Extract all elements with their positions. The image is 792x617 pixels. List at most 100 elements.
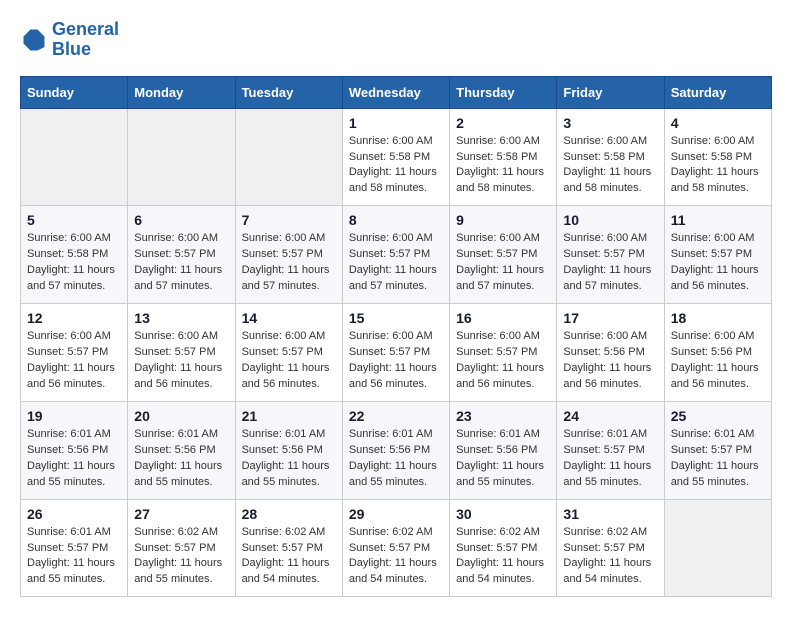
day-number: 12 [27, 310, 121, 326]
day-number: 4 [671, 115, 765, 131]
day-number: 13 [134, 310, 228, 326]
day-info: Sunrise: 6:00 AM Sunset: 5:57 PM Dayligh… [134, 231, 228, 295]
day-info: Sunrise: 6:00 AM Sunset: 5:57 PM Dayligh… [242, 231, 336, 295]
day-info: Sunrise: 6:01 AM Sunset: 5:56 PM Dayligh… [242, 427, 336, 491]
calendar-cell: 18 Sunrise: 6:00 AM Sunset: 5:56 PM Dayli… [664, 304, 771, 402]
calendar-cell [128, 108, 235, 206]
calendar-cell: 15 Sunrise: 6:00 AM Sunset: 5:57 PM Dayli… [342, 304, 449, 402]
logo-text: General Blue [52, 20, 119, 60]
day-info: Sunrise: 6:00 AM Sunset: 5:57 PM Dayligh… [563, 231, 657, 295]
day-info: Sunrise: 6:00 AM Sunset: 5:56 PM Dayligh… [671, 329, 765, 393]
day-info: Sunrise: 6:01 AM Sunset: 5:56 PM Dayligh… [27, 427, 121, 491]
day-number: 6 [134, 212, 228, 228]
calendar-cell: 7 Sunrise: 6:00 AM Sunset: 5:57 PM Daylig… [235, 206, 342, 304]
calendar-cell: 13 Sunrise: 6:00 AM Sunset: 5:57 PM Dayli… [128, 304, 235, 402]
day-number: 19 [27, 408, 121, 424]
calendar-cell: 1 Sunrise: 6:00 AM Sunset: 5:58 PM Daylig… [342, 108, 449, 206]
day-info: Sunrise: 6:00 AM Sunset: 5:57 PM Dayligh… [134, 329, 228, 393]
calendar-cell: 11Sunrise: 6:00 AM Sunset: 5:57 PM Dayli… [664, 206, 771, 304]
weekday-header-wednesday: Wednesday [342, 76, 449, 108]
day-info: Sunrise: 6:02 AM Sunset: 5:57 PM Dayligh… [456, 525, 550, 589]
day-number: 21 [242, 408, 336, 424]
calendar-week-row: 12 Sunrise: 6:00 AM Sunset: 5:57 PM Dayli… [21, 304, 772, 402]
calendar-cell: 16 Sunrise: 6:00 AM Sunset: 5:57 PM Dayli… [450, 304, 557, 402]
calendar-cell [235, 108, 342, 206]
day-info: Sunrise: 6:00 AM Sunset: 5:57 PM Dayligh… [671, 231, 765, 295]
day-number: 30 [456, 506, 550, 522]
day-info: Sunrise: 6:00 AM Sunset: 5:58 PM Dayligh… [671, 134, 765, 198]
calendar-week-row: 26 Sunrise: 6:01 AM Sunset: 5:57 PM Dayli… [21, 499, 772, 597]
calendar-cell: 17Sunrise: 6:00 AM Sunset: 5:56 PM Dayli… [557, 304, 664, 402]
weekday-header-tuesday: Tuesday [235, 76, 342, 108]
calendar-cell: 28 Sunrise: 6:02 AM Sunset: 5:57 PM Dayli… [235, 499, 342, 597]
day-number: 14 [242, 310, 336, 326]
day-info: Sunrise: 6:00 AM Sunset: 5:57 PM Dayligh… [242, 329, 336, 393]
day-number: 24 [563, 408, 657, 424]
day-info: Sunrise: 6:00 AM Sunset: 5:56 PM Dayligh… [563, 329, 657, 393]
day-number: 26 [27, 506, 121, 522]
day-info: Sunrise: 6:01 AM Sunset: 5:57 PM Dayligh… [671, 427, 765, 491]
day-number: 15 [349, 310, 443, 326]
weekday-header-saturday: Saturday [664, 76, 771, 108]
calendar-cell: 30 Sunrise: 6:02 AM Sunset: 5:57 PM Dayli… [450, 499, 557, 597]
day-number: 31 [563, 506, 657, 522]
calendar-cell: 8 Sunrise: 6:00 AM Sunset: 5:57 PM Daylig… [342, 206, 449, 304]
weekday-header-thursday: Thursday [450, 76, 557, 108]
day-number: 5 [27, 212, 121, 228]
day-info: Sunrise: 6:00 AM Sunset: 5:58 PM Dayligh… [456, 134, 550, 198]
day-info: Sunrise: 6:00 AM Sunset: 5:58 PM Dayligh… [27, 231, 121, 295]
calendar-cell: 23Sunrise: 6:01 AM Sunset: 5:56 PM Dayli… [450, 401, 557, 499]
calendar-cell: 26 Sunrise: 6:01 AM Sunset: 5:57 PM Dayli… [21, 499, 128, 597]
day-info: Sunrise: 6:00 AM Sunset: 5:57 PM Dayligh… [349, 231, 443, 295]
day-info: Sunrise: 6:01 AM Sunset: 5:57 PM Dayligh… [27, 525, 121, 589]
weekday-header-monday: Monday [128, 76, 235, 108]
calendar-week-row: 1 Sunrise: 6:00 AM Sunset: 5:58 PM Daylig… [21, 108, 772, 206]
day-number: 25 [671, 408, 765, 424]
day-number: 18 [671, 310, 765, 326]
day-number: 1 [349, 115, 443, 131]
calendar-cell: 14 Sunrise: 6:00 AM Sunset: 5:57 PM Dayli… [235, 304, 342, 402]
weekday-header-row: SundayMondayTuesdayWednesdayThursdayFrid… [21, 76, 772, 108]
day-number: 10 [563, 212, 657, 228]
calendar-cell: 25 Sunrise: 6:01 AM Sunset: 5:57 PM Dayli… [664, 401, 771, 499]
day-info: Sunrise: 6:00 AM Sunset: 5:58 PM Dayligh… [349, 134, 443, 198]
day-number: 3 [563, 115, 657, 131]
day-info: Sunrise: 6:02 AM Sunset: 5:57 PM Dayligh… [242, 525, 336, 589]
day-number: 22 [349, 408, 443, 424]
day-number: 29 [349, 506, 443, 522]
day-info: Sunrise: 6:01 AM Sunset: 5:56 PM Dayligh… [134, 427, 228, 491]
weekday-header-friday: Friday [557, 76, 664, 108]
day-info: Sunrise: 6:02 AM Sunset: 5:57 PM Dayligh… [134, 525, 228, 589]
day-number: 16 [456, 310, 550, 326]
day-info: Sunrise: 6:00 AM Sunset: 5:58 PM Dayligh… [563, 134, 657, 198]
day-info: Sunrise: 6:00 AM Sunset: 5:57 PM Dayligh… [27, 329, 121, 393]
calendar-cell: 19 Sunrise: 6:01 AM Sunset: 5:56 PM Dayli… [21, 401, 128, 499]
day-info: Sunrise: 6:00 AM Sunset: 5:57 PM Dayligh… [349, 329, 443, 393]
calendar-cell: 22 Sunrise: 6:01 AM Sunset: 5:56 PM Dayli… [342, 401, 449, 499]
calendar-week-row: 19 Sunrise: 6:01 AM Sunset: 5:56 PM Dayli… [21, 401, 772, 499]
weekday-header-sunday: Sunday [21, 76, 128, 108]
day-number: 7 [242, 212, 336, 228]
calendar-week-row: 5 Sunrise: 6:00 AM Sunset: 5:58 PM Daylig… [21, 206, 772, 304]
day-number: 8 [349, 212, 443, 228]
page-header: General Blue [20, 20, 772, 60]
logo-icon [20, 26, 48, 54]
day-info: Sunrise: 6:01 AM Sunset: 5:56 PM Dayligh… [456, 427, 550, 491]
day-info: Sunrise: 6:01 AM Sunset: 5:56 PM Dayligh… [349, 427, 443, 491]
calendar-cell: 27Sunrise: 6:02 AM Sunset: 5:57 PM Dayli… [128, 499, 235, 597]
calendar-cell [21, 108, 128, 206]
day-info: Sunrise: 6:02 AM Sunset: 5:57 PM Dayligh… [563, 525, 657, 589]
calendar-cell: 9Sunrise: 6:00 AM Sunset: 5:57 PM Daylig… [450, 206, 557, 304]
calendar-cell: 21 Sunrise: 6:01 AM Sunset: 5:56 PM Dayli… [235, 401, 342, 499]
day-info: Sunrise: 6:01 AM Sunset: 5:57 PM Dayligh… [563, 427, 657, 491]
day-info: Sunrise: 6:00 AM Sunset: 5:57 PM Dayligh… [456, 329, 550, 393]
calendar-cell [664, 499, 771, 597]
day-number: 28 [242, 506, 336, 522]
day-number: 9 [456, 212, 550, 228]
calendar-table: SundayMondayTuesdayWednesdayThursdayFrid… [20, 76, 772, 598]
calendar-cell: 3 Sunrise: 6:00 AM Sunset: 5:58 PM Daylig… [557, 108, 664, 206]
day-number: 2 [456, 115, 550, 131]
day-number: 20 [134, 408, 228, 424]
calendar-cell: 10 Sunrise: 6:00 AM Sunset: 5:57 PM Dayli… [557, 206, 664, 304]
calendar-cell: 2 Sunrise: 6:00 AM Sunset: 5:58 PM Daylig… [450, 108, 557, 206]
